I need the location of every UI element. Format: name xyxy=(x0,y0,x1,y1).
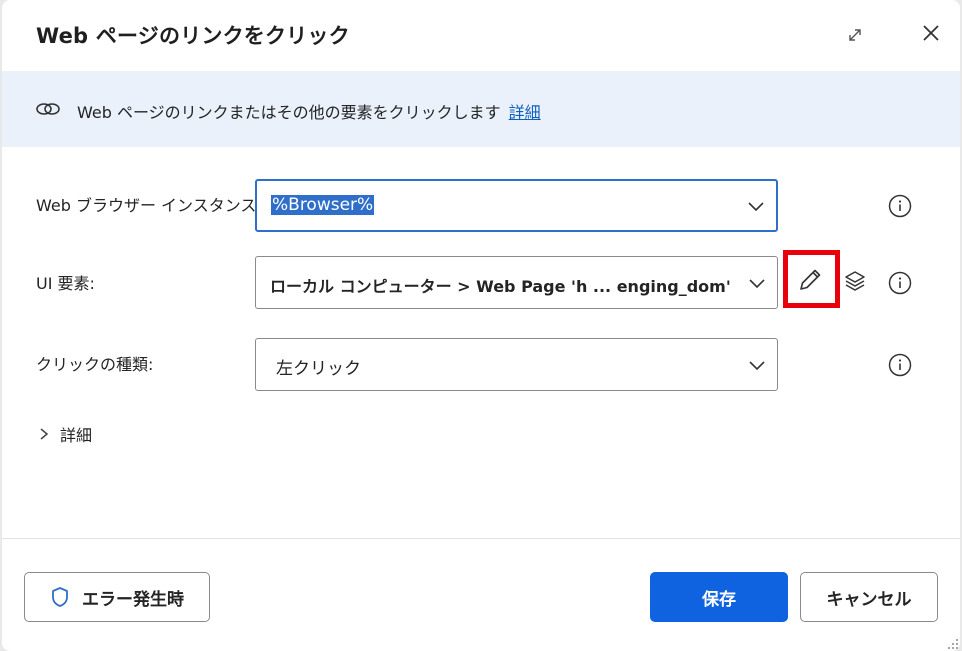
click-type-label: クリックの種類: xyxy=(36,355,154,374)
save-button[interactable]: 保存 xyxy=(650,572,788,622)
shield-icon xyxy=(52,587,68,607)
on-error-button[interactable]: エラー発生時 xyxy=(24,572,210,622)
details-label: 詳細 xyxy=(60,426,93,445)
dialog-title: Web ページのリンクをクリック xyxy=(36,24,350,48)
ui-element-label: UI 要素: xyxy=(36,274,95,293)
details-expander[interactable]: 詳細 xyxy=(38,422,92,446)
browser-instance-value: %Browser% xyxy=(271,195,375,215)
cancel-button[interactable]: キャンセル xyxy=(800,572,938,622)
info-banner: Web ページのリンクまたはその他の要素をクリックします 詳細 xyxy=(2,71,960,147)
banner-description: Web ページのリンクまたはその他の要素をクリックします xyxy=(77,103,501,122)
chevron-right-icon xyxy=(38,426,54,445)
ui-element-value: ローカル コンピューター > Web Page 'h ... enging_do… xyxy=(270,277,738,296)
browser-instance-dropdown[interactable]: %Browser% xyxy=(255,179,778,232)
ui-element-dropdown[interactable]: ローカル コンピューター > Web Page 'h ... enging_do… xyxy=(255,256,778,309)
resize-grip-icon[interactable] xyxy=(947,638,959,650)
footer-divider xyxy=(2,538,960,539)
banner-text: Web ページのリンクまたはその他の要素をクリックします 詳細 xyxy=(77,99,541,123)
dialog: Web ページのリンクをクリック Web ページのリンクまたはその他の要素をクリ… xyxy=(2,0,960,651)
chevron-down-icon xyxy=(749,279,765,289)
learn-more-link[interactable]: 詳細 xyxy=(509,103,541,122)
browser-instance-label: Web ブラウザー インスタンス: xyxy=(36,196,262,215)
layers-icon[interactable] xyxy=(842,268,868,294)
info-icon[interactable] xyxy=(887,352,913,378)
link-icon xyxy=(36,103,60,115)
click-type-dropdown[interactable]: 左クリック xyxy=(255,338,778,391)
expand-icon xyxy=(849,29,861,41)
pencil-icon[interactable] xyxy=(795,265,825,295)
on-error-label: エラー発生時 xyxy=(82,589,184,610)
close-icon xyxy=(923,25,939,41)
chevron-down-icon xyxy=(749,361,765,371)
info-icon[interactable] xyxy=(887,193,913,219)
click-type-value: 左クリック xyxy=(276,359,361,379)
info-icon[interactable] xyxy=(887,270,913,296)
expand-button[interactable] xyxy=(840,20,870,50)
close-button[interactable] xyxy=(916,18,946,48)
browser-instance-selected-text: %Browser% xyxy=(271,195,375,215)
chevron-down-icon xyxy=(748,202,764,212)
